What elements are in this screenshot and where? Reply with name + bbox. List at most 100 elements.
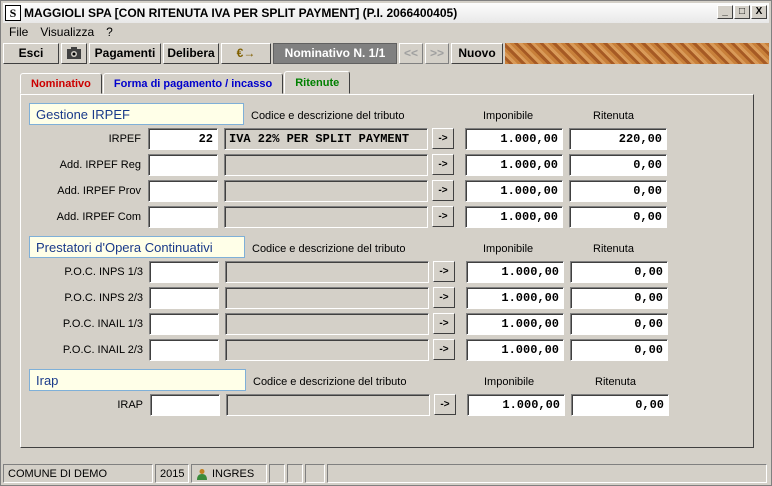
label-poc-inps-1-3: P.O.C. INPS 1/3 <box>64 266 143 278</box>
label-poc-inps-2-3: P.O.C. INPS 2/3 <box>64 292 143 304</box>
status-cell-1 <box>269 464 285 483</box>
irap-lookup-button[interactable]: -> <box>434 394 456 415</box>
pagamenti-button[interactable]: Pagamenti <box>89 42 161 64</box>
add-irpef-com-desc-field[interactable] <box>224 206 428 228</box>
section-title-poc: Prestatori d'Opera Continuativi <box>29 236 245 258</box>
add-irpef-reg-lookup-button[interactable]: -> <box>432 154 454 175</box>
status-comune: COMUNE DI DEMO <box>3 464 153 483</box>
poc-inps-1-3-imponibile-field[interactable]: 1.000,00 <box>466 261 564 283</box>
poc-inps-2-3-imponibile-field[interactable]: 1.000,00 <box>466 287 564 309</box>
tab-forma-pagamento[interactable]: Forma di pagamento / incasso <box>102 73 284 94</box>
header-imponibile: Imponibile <box>483 243 534 255</box>
toolbar-decoration <box>505 42 769 64</box>
poc-inail-1-3-imponibile-field[interactable]: 1.000,00 <box>466 313 564 335</box>
poc-inail-2-3-ritenuta-field[interactable]: 0,00 <box>570 339 668 361</box>
nuovo-button[interactable]: Nuovo <box>451 42 503 64</box>
label-add-irpef-com: Add. IRPEF Com <box>56 211 141 223</box>
add-irpef-reg-ritenuta-field[interactable]: 0,00 <box>569 154 667 176</box>
add-irpef-prov-imponibile-field[interactable]: 1.000,00 <box>465 180 563 202</box>
poc-inail-1-3-ritenuta-field[interactable]: 0,00 <box>570 313 668 335</box>
irap-code-field[interactable] <box>150 394 220 416</box>
add-irpef-reg-code-field[interactable] <box>148 154 218 176</box>
irpef-lookup-button[interactable]: -> <box>432 128 454 149</box>
esci-button[interactable]: Esci <box>3 42 59 64</box>
euro-transfer-button[interactable]: €→ <box>221 42 271 64</box>
status-cell-2 <box>287 464 303 483</box>
minimize-button[interactable]: _ <box>717 5 733 19</box>
label-irpef: IRPEF <box>108 133 141 145</box>
menu-file[interactable]: File <box>9 25 28 41</box>
tab-ritenute[interactable]: Ritenute <box>284 71 351 94</box>
add-irpef-reg-imponibile-field[interactable]: 1.000,00 <box>465 154 563 176</box>
header-imponibile: Imponibile <box>483 110 534 122</box>
add-irpef-prov-desc-field[interactable] <box>224 180 428 202</box>
label-poc-inail-1-3: P.O.C. INAIL 1/3 <box>62 318 143 330</box>
irap-ritenuta-field[interactable]: 0,00 <box>571 394 669 416</box>
poc-inps-1-3-code-field[interactable] <box>149 261 219 283</box>
poc-inail-2-3-lookup-button[interactable]: -> <box>433 339 455 360</box>
poc-inail-2-3-desc-field[interactable] <box>225 339 429 361</box>
close-button[interactable]: X <box>751 5 767 19</box>
poc-inps-2-3-ritenuta-field[interactable]: 0,00 <box>570 287 668 309</box>
poc-inail-1-3-desc-field[interactable] <box>225 313 429 335</box>
irpef-code-field[interactable]: 22 <box>148 128 218 150</box>
status-anno: 2015 <box>155 464 189 483</box>
poc-inps-2-3-desc-field[interactable] <box>225 287 429 309</box>
poc-inail-2-3-code-field[interactable] <box>149 339 219 361</box>
irpef-desc-field[interactable]: IVA 22% PER SPLIT PAYMENT <box>224 128 428 150</box>
add-irpef-prov-lookup-button[interactable]: -> <box>432 180 454 201</box>
application-window: S MAGGIOLI SPA [CON RITENUTA IVA PER SPL… <box>0 0 772 486</box>
status-cell-4 <box>327 464 767 483</box>
label-add-irpef-prov: Add. IRPEF Prov <box>57 185 141 197</box>
add-irpef-com-imponibile-field[interactable]: 1.000,00 <box>465 206 563 228</box>
header-codice: Codice e descrizione del tributo <box>253 376 407 388</box>
section-title-irpef: Gestione IRPEF <box>29 103 244 125</box>
add-irpef-prov-code-field[interactable] <box>148 180 218 202</box>
add-irpef-com-ritenuta-field[interactable]: 0,00 <box>569 206 667 228</box>
delibera-button[interactable]: Delibera <box>163 42 219 64</box>
status-utente: INGRES <box>191 464 267 483</box>
ritenute-panel: Gestione IRPEF Codice e descrizione del … <box>20 94 754 448</box>
poc-inps-1-3-desc-field[interactable] <box>225 261 429 283</box>
add-irpef-com-code-field[interactable] <box>148 206 218 228</box>
label-irap: IRAP <box>117 399 143 411</box>
poc-inail-2-3-imponibile-field[interactable]: 1.000,00 <box>466 339 564 361</box>
irpef-ritenuta-field[interactable]: 220,00 <box>569 128 667 150</box>
header-ritenuta: Ritenuta <box>593 110 634 122</box>
maximize-button[interactable]: □ <box>734 5 750 19</box>
euro-arrow-icon: €→ <box>236 46 256 60</box>
section-title-irap: Irap <box>29 369 246 391</box>
poc-inps-1-3-ritenuta-field[interactable]: 0,00 <box>570 261 668 283</box>
poc-inps-2-3-lookup-button[interactable]: -> <box>433 287 455 308</box>
prev-button[interactable]: << <box>399 42 423 64</box>
menu-help[interactable]: ? <box>106 25 113 41</box>
irpef-imponibile-field[interactable]: 1.000,00 <box>465 128 563 150</box>
add-irpef-com-lookup-button[interactable]: -> <box>432 206 454 227</box>
header-codice: Codice e descrizione del tributo <box>251 110 405 122</box>
menu-visualizza[interactable]: Visualizza <box>40 25 94 41</box>
header-ritenuta: Ritenuta <box>593 243 634 255</box>
toolbar: Esci Pagamenti Delibera €→ Nominativo N.… <box>3 42 769 64</box>
tab-bar: Nominativo Forma di pagamento / incasso … <box>20 71 351 94</box>
status-bar: COMUNE DI DEMO 2015 INGRES <box>3 464 769 483</box>
camera-button[interactable] <box>61 42 87 64</box>
window-title: MAGGIOLI SPA [CON RITENUTA IVA PER SPLIT… <box>24 6 458 20</box>
header-ritenuta: Ritenuta <box>595 376 636 388</box>
header-imponibile: Imponibile <box>484 376 535 388</box>
header-codice: Codice e descrizione del tributo <box>252 243 406 255</box>
poc-inps-2-3-code-field[interactable] <box>149 287 219 309</box>
next-button[interactable]: >> <box>425 42 449 64</box>
poc-inail-1-3-lookup-button[interactable]: -> <box>433 313 455 334</box>
label-poc-inail-2-3: P.O.C. INAIL 2/3 <box>62 344 143 356</box>
irap-imponibile-field[interactable]: 1.000,00 <box>467 394 565 416</box>
tab-nominativo[interactable]: Nominativo <box>20 73 102 94</box>
nominativo-indicator: Nominativo N. 1/1 <box>273 42 397 64</box>
poc-inail-1-3-code-field[interactable] <box>149 313 219 335</box>
title-bar: S MAGGIOLI SPA [CON RITENUTA IVA PER SPL… <box>3 3 769 23</box>
status-utente-label: INGRES <box>212 467 255 480</box>
label-add-irpef-reg: Add. IRPEF Reg <box>59 159 141 171</box>
add-irpef-reg-desc-field[interactable] <box>224 154 428 176</box>
add-irpef-prov-ritenuta-field[interactable]: 0,00 <box>569 180 667 202</box>
poc-inps-1-3-lookup-button[interactable]: -> <box>433 261 455 282</box>
irap-desc-field[interactable] <box>226 394 430 416</box>
